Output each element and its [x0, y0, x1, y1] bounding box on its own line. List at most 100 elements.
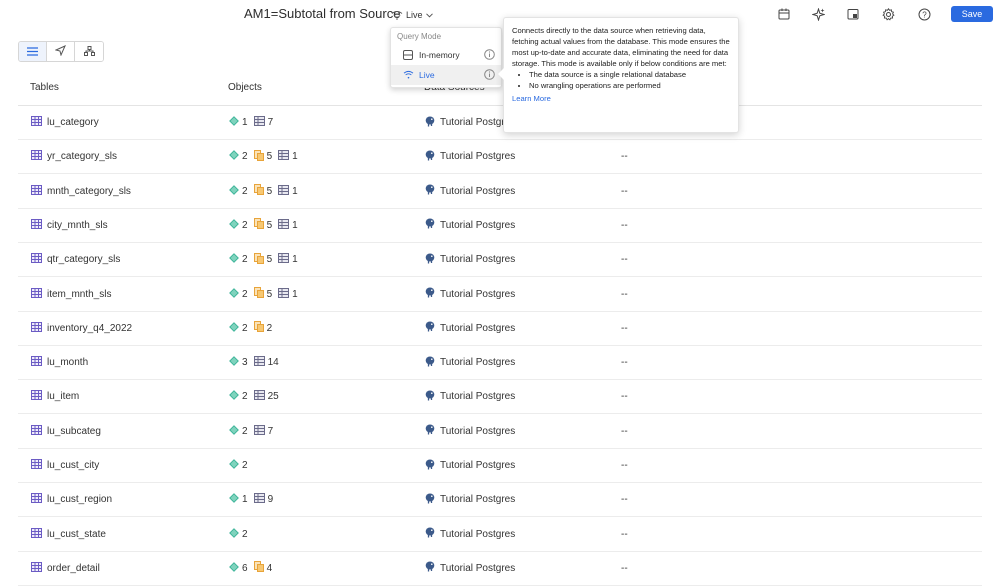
data-source-name: Tutorial Postgres: [440, 562, 516, 574]
list-icon: [27, 43, 38, 61]
data-source-name: Tutorial Postgres: [440, 151, 516, 163]
table-row[interactable]: qtr_category_sls 2 5 1 Tutorial Postgres -…: [18, 243, 982, 278]
objects-cell: 2 5 1: [229, 243, 301, 276]
objects-cell: 3 14: [229, 346, 282, 379]
table-icon: [31, 150, 42, 163]
data-source-cell: Tutorial Postgres: [425, 415, 515, 448]
column-count: 1: [292, 151, 298, 163]
attribute-count: 2: [242, 322, 248, 334]
column-count: 1: [292, 254, 298, 266]
table-icon: [31, 253, 42, 266]
info-icon[interactable]: [484, 69, 495, 82]
option-in-memory[interactable]: In-memory: [391, 45, 501, 65]
data-source-name: Tutorial Postgres: [440, 391, 516, 403]
table-row[interactable]: lu_cust_state 2 Tutorial Postgres --: [18, 518, 982, 552]
table-name-cell: city_mnth_sls: [31, 209, 108, 242]
table-icon: [31, 287, 42, 301]
table-row[interactable]: yr_category_sls 2 5 1 Tutorial Postgres --: [18, 140, 982, 175]
table-row[interactable]: inventory_q4_2022 22 Tutorial Postgres -…: [18, 312, 982, 346]
table-icon: [31, 390, 42, 403]
table-icon: [31, 493, 42, 506]
table-name-cell: lu_cust_city: [31, 449, 99, 482]
sparkle-icon[interactable]: [810, 6, 826, 22]
status-cell: --: [621, 219, 628, 231]
table-icon: [31, 356, 42, 369]
table-row[interactable]: order_detail 64 Tutorial Postgres --: [18, 552, 982, 586]
table-icon: [31, 527, 42, 541]
table-name: order_detail: [47, 562, 100, 574]
table-row[interactable]: lu_item 2 25 Tutorial Postgres --: [18, 380, 982, 415]
table-row[interactable]: city_mnth_sls 2 5 1 Tutorial Postgres --: [18, 209, 982, 243]
column-icon: [253, 356, 265, 369]
attribute-icon: [229, 116, 239, 129]
column-icon: [278, 287, 290, 301]
gear-icon[interactable]: [880, 6, 896, 22]
objects-cell: 17: [229, 106, 276, 139]
query-mode-dropdown[interactable]: Live: [391, 8, 433, 22]
column-header-objects: Objects: [228, 82, 262, 93]
table-row[interactable]: lu_month 3 14 Tutorial Postgres --: [18, 346, 982, 381]
status-cell: --: [621, 562, 628, 574]
data-source-name: Tutorial Postgres: [440, 460, 516, 471]
table-row[interactable]: lu_cust_city 2 Tutorial Postgres --: [18, 449, 982, 483]
live-wifi-icon: [391, 10, 403, 20]
status-cell: --: [621, 494, 628, 506]
status-cell: --: [621, 185, 628, 197]
postgres-icon: [425, 527, 436, 541]
table-row[interactable]: lu_subcateg 27 Tutorial Postgres --: [18, 415, 982, 449]
table-name-cell: qtr_category_sls: [31, 243, 120, 276]
tooltip-arrow: [498, 68, 504, 80]
metric-count: 4: [266, 562, 273, 574]
postgres-icon: [425, 116, 436, 130]
column-icon: [278, 253, 290, 266]
postgres-icon: [425, 150, 436, 164]
column-count: 1: [292, 185, 298, 197]
data-source-name: Tutorial Postgres: [440, 288, 516, 300]
help-icon[interactable]: ?: [916, 6, 932, 22]
attribute-icon: [229, 218, 239, 232]
status-cell: --: [621, 528, 628, 540]
data-source-cell: Tutorial Postgres: [425, 140, 515, 173]
metric-icon: [253, 561, 264, 575]
top-bar: AM1=Subtotal from Source Live ? Save: [0, 0, 1000, 28]
metric-icon: [253, 218, 264, 232]
postgres-icon: [425, 424, 436, 438]
view-switcher: [18, 41, 104, 62]
wifi-icon: [403, 70, 414, 81]
column-icon: [253, 390, 265, 403]
table-name-cell: lu_month: [31, 346, 88, 379]
table-row[interactable]: lu_category 17 Tutorial Postgres: [18, 106, 982, 140]
calendar-check-icon[interactable]: [845, 6, 861, 22]
attribute-icon: [229, 459, 239, 472]
attribute-icon: [229, 150, 239, 163]
column-count: 25: [267, 391, 279, 403]
data-source-cell: Tutorial Postgres: [425, 312, 515, 345]
table-icon: [31, 459, 42, 472]
table-icon: [31, 321, 42, 335]
table-row[interactable]: item_mnth_sls 2 5 1 Tutorial Postgres --: [18, 278, 982, 312]
learn-more-link[interactable]: Learn More: [512, 93, 730, 104]
table-name: lu_item: [47, 391, 80, 403]
table-row[interactable]: lu_cust_region 19 Tutorial Postgres --: [18, 483, 982, 518]
calendar-icon[interactable]: [776, 6, 792, 22]
attribute-icon: [229, 390, 239, 403]
attribute-icon: [229, 356, 239, 369]
table-name-cell: yr_category_sls: [31, 140, 117, 173]
save-button[interactable]: Save: [951, 6, 993, 22]
attribute-count: 2: [242, 254, 248, 266]
attribute-count: 3: [242, 357, 248, 369]
option-live[interactable]: Live: [391, 65, 501, 85]
info-icon[interactable]: [484, 49, 495, 62]
attribute-count: 2: [242, 528, 248, 540]
attribute-icon: [229, 253, 239, 266]
table-name-cell: item_mnth_sls: [31, 278, 111, 311]
data-source-cell: Tutorial Postgres: [425, 552, 515, 585]
column-count: 9: [267, 494, 274, 506]
list-view-button[interactable]: [19, 42, 47, 61]
table-row[interactable]: mnth_category_sls 251 Tutorial Postgres …: [18, 175, 982, 209]
hierarchy-view-button[interactable]: [75, 42, 103, 61]
objects-cell: 2: [229, 518, 251, 551]
navigate-view-button[interactable]: [47, 42, 75, 61]
attribute-count: 2: [242, 460, 248, 471]
table-name-cell: lu_subcateg: [31, 415, 101, 448]
